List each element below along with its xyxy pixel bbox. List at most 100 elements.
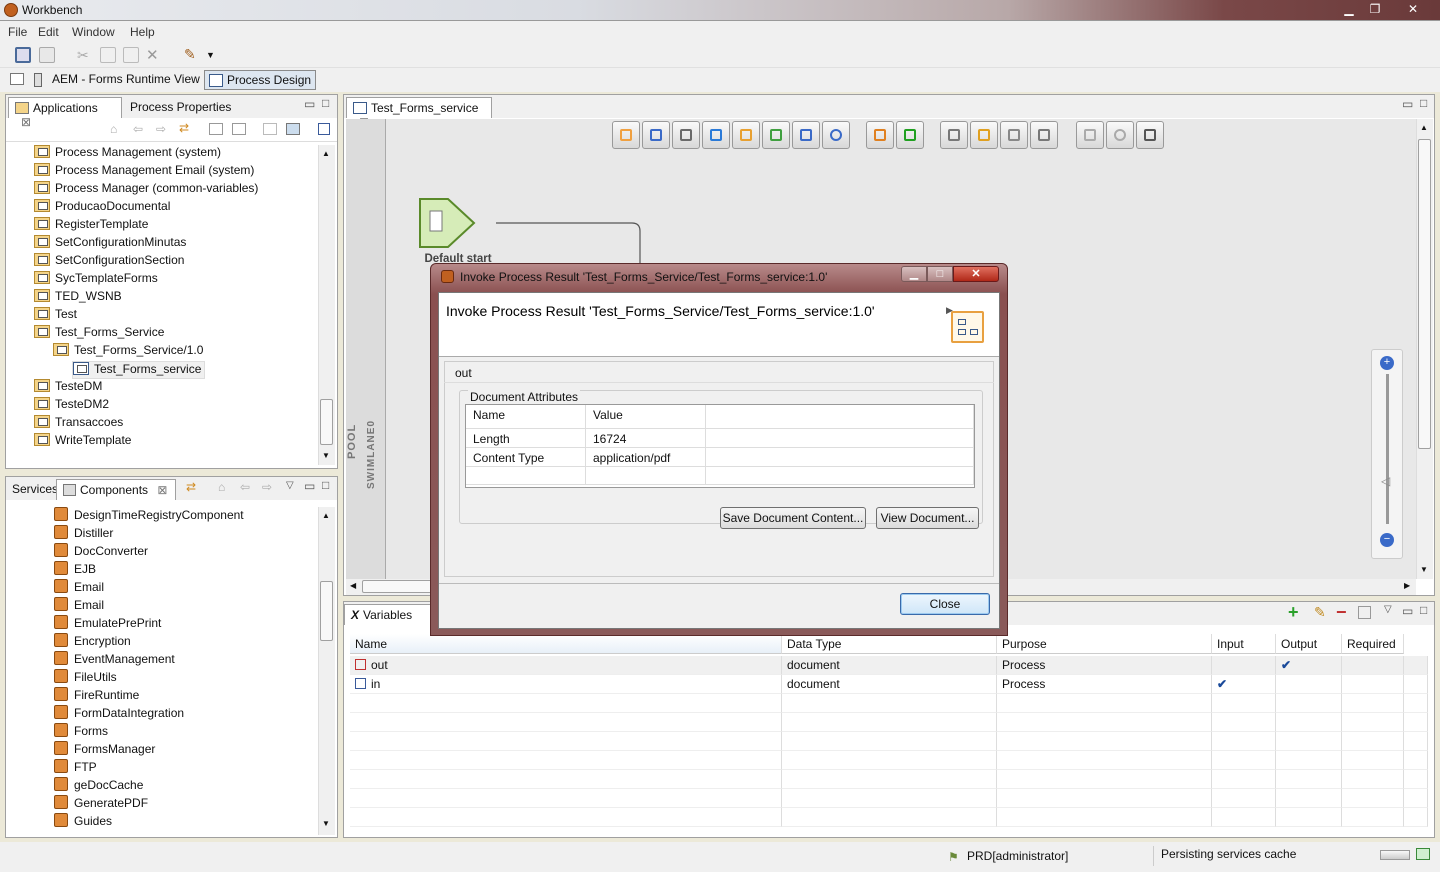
back-icon[interactable]: ⇦	[240, 480, 250, 494]
scroll-thumb[interactable]	[1418, 139, 1431, 449]
variable-cell[interactable]: Process	[997, 656, 1212, 675]
tree-item[interactable]: Test_Forms_Service/1.0	[53, 343, 203, 361]
dialog-close-icon[interactable]: ✕	[953, 266, 999, 282]
scroll-right-icon[interactable]: ▶	[1404, 581, 1410, 590]
refresh-icon[interactable]: ⇄	[186, 480, 196, 494]
circle-icon[interactable]	[822, 121, 850, 149]
scroll-up-icon[interactable]: ▲	[322, 511, 330, 520]
variable-cell[interactable]	[1404, 656, 1428, 675]
variables-column-header[interactable]: Data Type	[782, 634, 997, 654]
user-icon[interactable]	[642, 121, 670, 149]
variable-cell[interactable]: Process	[997, 675, 1212, 694]
component-item[interactable]: EJB	[54, 561, 96, 579]
tab-test-forms-service[interactable]: Test_Forms_service ⊠	[346, 97, 492, 129]
deploy-icon[interactable]	[263, 123, 277, 135]
applications-scrollbar[interactable]: ▲ ▼	[318, 145, 335, 465]
back-icon[interactable]: ⇦	[133, 122, 143, 136]
menu-edit[interactable]: Edit	[38, 25, 59, 39]
variable-cell[interactable]: ✔	[1276, 656, 1342, 675]
perspective-process-design[interactable]: Process Design	[204, 70, 317, 90]
maximize-panel-icon[interactable]: □	[322, 478, 329, 492]
paste-icon[interactable]	[123, 47, 139, 63]
minimize-panel-icon[interactable]: ▭	[1402, 604, 1413, 618]
component-item[interactable]: EventManagement	[54, 651, 175, 669]
decision-icon[interactable]	[970, 121, 998, 149]
component-item[interactable]: EmulatePrePrint	[54, 615, 161, 633]
server-icon[interactable]	[286, 123, 300, 135]
event-icon[interactable]	[792, 121, 820, 149]
component-item[interactable]: FireRuntime	[54, 687, 139, 705]
scroll-down-icon[interactable]: ▼	[322, 451, 330, 460]
scroll-thumb[interactable]	[320, 399, 333, 445]
tab-process-properties[interactable]: Process Properties	[124, 97, 237, 118]
minimize-panel-icon[interactable]: ▭	[304, 97, 315, 111]
scroll-down-icon[interactable]: ▼	[1420, 565, 1428, 574]
save-icon[interactable]	[39, 47, 55, 63]
component-item[interactable]: Forms	[54, 723, 108, 741]
tree-item[interactable]: Process Management Email (system)	[34, 163, 254, 181]
menu-window[interactable]: Window	[72, 25, 115, 39]
subprocess-icon[interactable]	[1000, 121, 1028, 149]
minimize-icon[interactable]: ▁	[1336, 0, 1362, 18]
collapse-all-icon[interactable]	[318, 123, 330, 135]
open-perspective-icon[interactable]	[10, 73, 24, 85]
tree-item[interactable]: ProducaoDocumental	[34, 199, 170, 217]
tree-item[interactable]: Process Manager (common-variables)	[34, 181, 258, 199]
dialog-minimize-icon[interactable]: ▁	[901, 266, 927, 282]
component-item[interactable]: FormsManager	[54, 741, 155, 759]
scroll-thumb[interactable]	[320, 581, 333, 641]
variable-cell[interactable]	[1404, 675, 1428, 694]
zoom-slider[interactable]: + ◁ −	[1371, 349, 1403, 559]
view-menu-icon[interactable]: ▽	[1384, 604, 1392, 615]
component-item[interactable]: Encryption	[54, 633, 131, 651]
variables-column-header[interactable]: Required	[1342, 634, 1404, 654]
variables-column-header[interactable]: Input	[1212, 634, 1276, 654]
tree-item[interactable]: TesteDM	[34, 379, 102, 397]
perspective-runtime[interactable]: AEM - Forms Runtime View	[30, 70, 204, 90]
route-icon[interactable]	[732, 121, 760, 149]
variables-column-header[interactable]: Purpose	[997, 634, 1212, 654]
edit-variable-icon[interactable]: ✎	[1314, 604, 1326, 621]
variable-cell[interactable]	[1342, 656, 1404, 675]
component-item[interactable]: FTP	[54, 759, 97, 777]
canvas-vertical-scrollbar[interactable]: ▲ ▼	[1416, 119, 1433, 579]
chevron-down-icon[interactable]: ▼	[206, 50, 215, 60]
component-item[interactable]: Email	[54, 597, 104, 615]
view-menu-icon[interactable]: ▽	[286, 480, 294, 491]
cut-icon[interactable]: ✂	[77, 47, 93, 63]
tree-item[interactable]: TesteDM2	[34, 397, 109, 415]
maximize-panel-icon[interactable]: □	[322, 96, 329, 110]
variables-column-header[interactable]: Name	[350, 634, 782, 654]
menu-file[interactable]: File	[8, 25, 27, 39]
close-tab-icon[interactable]: ⊠	[157, 483, 167, 497]
progress-view-icon[interactable]	[1416, 848, 1430, 860]
variable-cell[interactable]	[1212, 656, 1276, 675]
tree-item[interactable]: SetConfigurationSection	[34, 253, 184, 271]
home-icon[interactable]: ⌂	[110, 122, 117, 136]
remove-variable-icon[interactable]: −	[1336, 602, 1347, 623]
variable-cell[interactable]: ✔	[1212, 675, 1276, 694]
copy-icon[interactable]	[100, 47, 116, 63]
component-item[interactable]: DesignTimeRegistryComponent	[54, 507, 244, 525]
zoom-out-icon[interactable]: −	[1380, 533, 1394, 547]
checkout-icon[interactable]	[232, 123, 246, 135]
tree-item[interactable]: WriteTemplate	[34, 433, 131, 451]
scroll-down-icon[interactable]: ▼	[322, 819, 330, 828]
tab-components[interactable]: Components ⊠	[56, 479, 176, 500]
variables-column-header[interactable]: Output	[1276, 634, 1342, 654]
maximize-panel-icon[interactable]: □	[1420, 603, 1427, 617]
delete-icon[interactable]: ✕	[146, 46, 162, 64]
assign-icon[interactable]	[672, 121, 700, 149]
add-variable-icon[interactable]: +	[1288, 602, 1299, 623]
tree-item[interactable]: TED_WSNB	[34, 289, 122, 307]
component-item[interactable]: Email	[54, 579, 104, 597]
copy-variable-icon[interactable]	[1358, 606, 1371, 619]
zoom-in-icon[interactable]: +	[1380, 356, 1394, 370]
close-button[interactable]: Close	[900, 593, 990, 615]
variable-cell[interactable]: in	[350, 675, 782, 694]
add-icon[interactable]	[702, 121, 730, 149]
tree-item[interactable]: SetConfigurationMinutas	[34, 235, 186, 253]
tab-variables[interactable]: X Variables	[344, 604, 434, 625]
rect-icon[interactable]	[1076, 121, 1104, 149]
view-document-button[interactable]: View Document...	[876, 507, 979, 529]
